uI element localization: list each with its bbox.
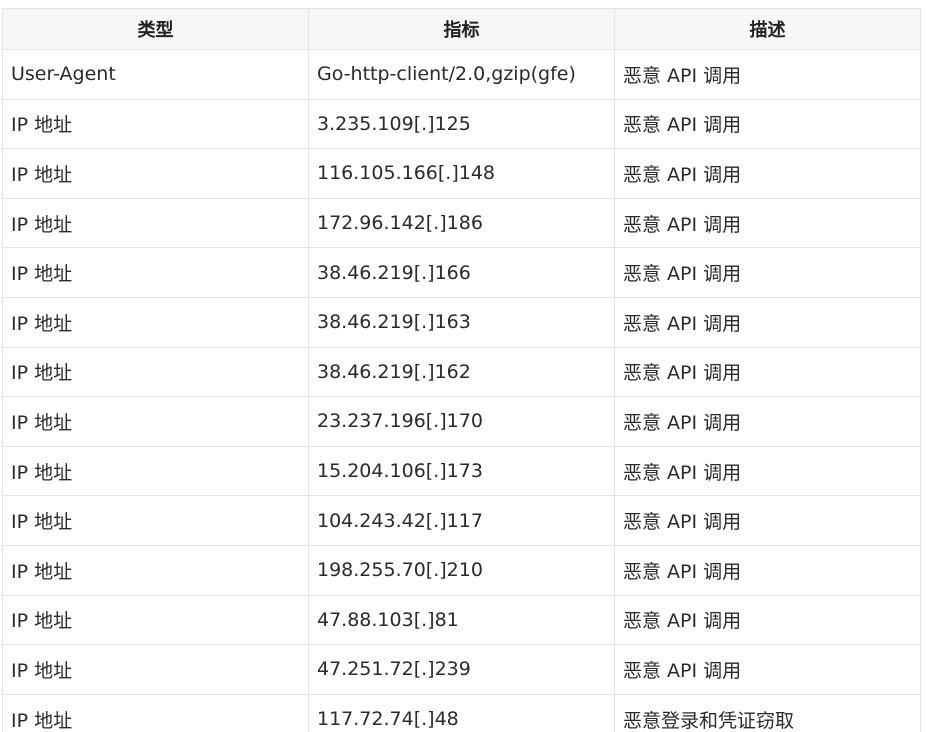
- cell-indicator: 38.46.219[.]166: [308, 247, 615, 298]
- table-row: IP 地址 172.96.142[.]186 恶意 API 调用: [2, 197, 921, 249]
- cell-indicator: 47.251.72[.]239: [308, 644, 615, 695]
- cell-indicator: 198.255.70[.]210: [308, 544, 615, 596]
- cell-indicator: 15.204.106[.]173: [308, 445, 615, 497]
- cell-description: 恶意 API 调用: [614, 346, 921, 398]
- table-row: IP 地址 104.243.42[.]117 恶意 API 调用: [2, 495, 921, 546]
- cell-type: IP 地址: [2, 296, 309, 348]
- cell-indicator: 116.105.166[.]148: [308, 148, 615, 199]
- header-description: 描述: [614, 8, 921, 50]
- table-row: IP 地址 38.46.219[.]166 恶意 API 调用: [2, 247, 921, 298]
- cell-type: IP 地址: [2, 594, 309, 646]
- cell-type: IP 地址: [2, 148, 309, 199]
- cell-type: User-Agent: [2, 49, 309, 100]
- cell-type: IP 地址: [2, 197, 309, 249]
- page: 类型 指标 描述 User-Agent Go-http-client/2.0,gz…: [0, 0, 927, 732]
- cell-description: 恶意 API 调用: [614, 296, 921, 348]
- cell-type: IP 地址: [2, 644, 309, 695]
- cell-indicator: 47.88.103[.]81: [308, 594, 615, 646]
- cell-indicator: 38.46.219[.]163: [308, 296, 615, 348]
- cell-type: IP 地址: [2, 98, 309, 150]
- table-row: IP 地址 47.88.103[.]81 恶意 API 调用: [2, 594, 921, 646]
- cell-description: 恶意 API 调用: [614, 644, 921, 695]
- cell-description: 恶意 API 调用: [614, 396, 921, 447]
- cell-description: 恶意 API 调用: [614, 445, 921, 497]
- cell-indicator: 3.235.109[.]125: [308, 98, 615, 150]
- cell-indicator: 104.243.42[.]117: [308, 495, 615, 546]
- table-row: IP 地址 47.251.72[.]239 恶意 API 调用: [2, 644, 921, 695]
- header-indicator: 指标: [308, 8, 615, 50]
- table-row: IP 地址 116.105.166[.]148 恶意 API 调用: [2, 148, 921, 199]
- cell-type: IP 地址: [2, 445, 309, 497]
- cell-indicator: 23.237.196[.]170: [308, 396, 615, 447]
- cell-description: 恶意 API 调用: [614, 49, 921, 100]
- cell-description: 恶意 API 调用: [614, 495, 921, 546]
- cell-indicator: 38.46.219[.]162: [308, 346, 615, 398]
- table-header: 类型 指标 描述: [2, 8, 921, 50]
- cell-indicator: 172.96.142[.]186: [308, 197, 615, 249]
- cell-description: 恶意 API 调用: [614, 544, 921, 596]
- cell-indicator: 117.72.74[.]48: [308, 693, 615, 732]
- cell-type: IP 地址: [2, 346, 309, 398]
- ioc-table: 类型 指标 描述 User-Agent Go-http-client/2.0,gz…: [2, 8, 921, 732]
- table-row: IP 地址 117.72.74[.]48 恶意登录和凭证窃取: [2, 693, 921, 732]
- cell-description: 恶意 API 调用: [614, 98, 921, 150]
- cell-indicator: Go-http-client/2.0,gzip(gfe): [308, 49, 615, 100]
- cell-type: IP 地址: [2, 693, 309, 732]
- cell-description: 恶意登录和凭证窃取: [614, 693, 921, 732]
- cell-type: IP 地址: [2, 544, 309, 596]
- cell-description: 恶意 API 调用: [614, 197, 921, 249]
- header-row: 类型 指标 描述: [2, 8, 921, 50]
- cell-description: 恶意 API 调用: [614, 594, 921, 646]
- cell-type: IP 地址: [2, 247, 309, 298]
- table-row: IP 地址 38.46.219[.]163 恶意 API 调用: [2, 296, 921, 348]
- table-row: IP 地址 38.46.219[.]162 恶意 API 调用: [2, 346, 921, 398]
- table-row: IP 地址 15.204.106[.]173 恶意 API 调用: [2, 445, 921, 497]
- table-row: IP 地址 198.255.70[.]210 恶意 API 调用: [2, 544, 921, 596]
- table-row: IP 地址 23.237.196[.]170 恶意 API 调用: [2, 396, 921, 447]
- header-type: 类型: [2, 8, 309, 50]
- cell-description: 恶意 API 调用: [614, 148, 921, 199]
- cell-type: IP 地址: [2, 396, 309, 447]
- table-row: IP 地址 3.235.109[.]125 恶意 API 调用: [2, 98, 921, 150]
- table-body: User-Agent Go-http-client/2.0,gzip(gfe) 恶意…: [2, 49, 921, 732]
- cell-type: IP 地址: [2, 495, 309, 546]
- cell-description: 恶意 API 调用: [614, 247, 921, 298]
- table-row: User-Agent Go-http-client/2.0,gzip(gfe) 恶意…: [2, 49, 921, 100]
